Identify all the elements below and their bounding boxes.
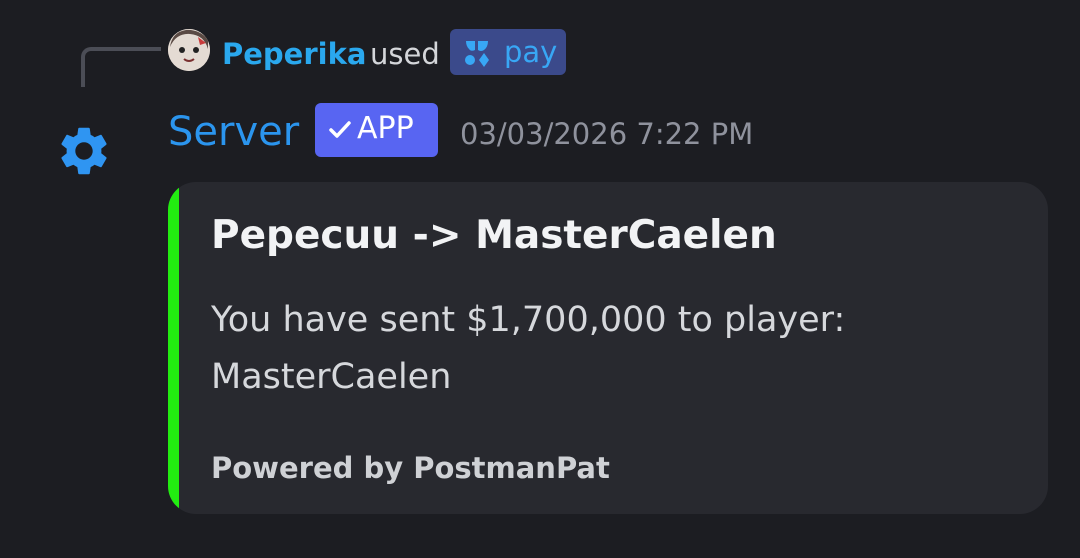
embed-accent-bar <box>168 182 179 514</box>
app-badge: APP <box>315 103 438 157</box>
reply-username[interactable]: Peperika <box>222 34 366 74</box>
embed-card: Pepecuu -> MasterCaelen You have sent $1… <box>168 182 1048 514</box>
embed-title: Pepecuu -> MasterCaelen <box>211 213 777 258</box>
reply-used-text: used <box>370 37 440 71</box>
checkmark-icon <box>329 121 351 138</box>
command-label: pay <box>504 35 558 69</box>
command-pill[interactable]: pay <box>450 29 566 75</box>
reply-avatar[interactable] <box>168 29 210 71</box>
reply-connector <box>81 47 161 87</box>
embed-footer: Powered by PostmanPat <box>211 451 610 485</box>
embed-description: You have sent $1,700,000 to player: Mast… <box>211 300 846 397</box>
app-badge-label: APP <box>357 111 414 146</box>
pay-command-icon <box>465 41 489 67</box>
gear-icon[interactable] <box>55 122 113 180</box>
author-name[interactable]: Server <box>168 106 299 158</box>
message-timestamp: 03/03/2026 7:22 PM <box>460 117 754 151</box>
